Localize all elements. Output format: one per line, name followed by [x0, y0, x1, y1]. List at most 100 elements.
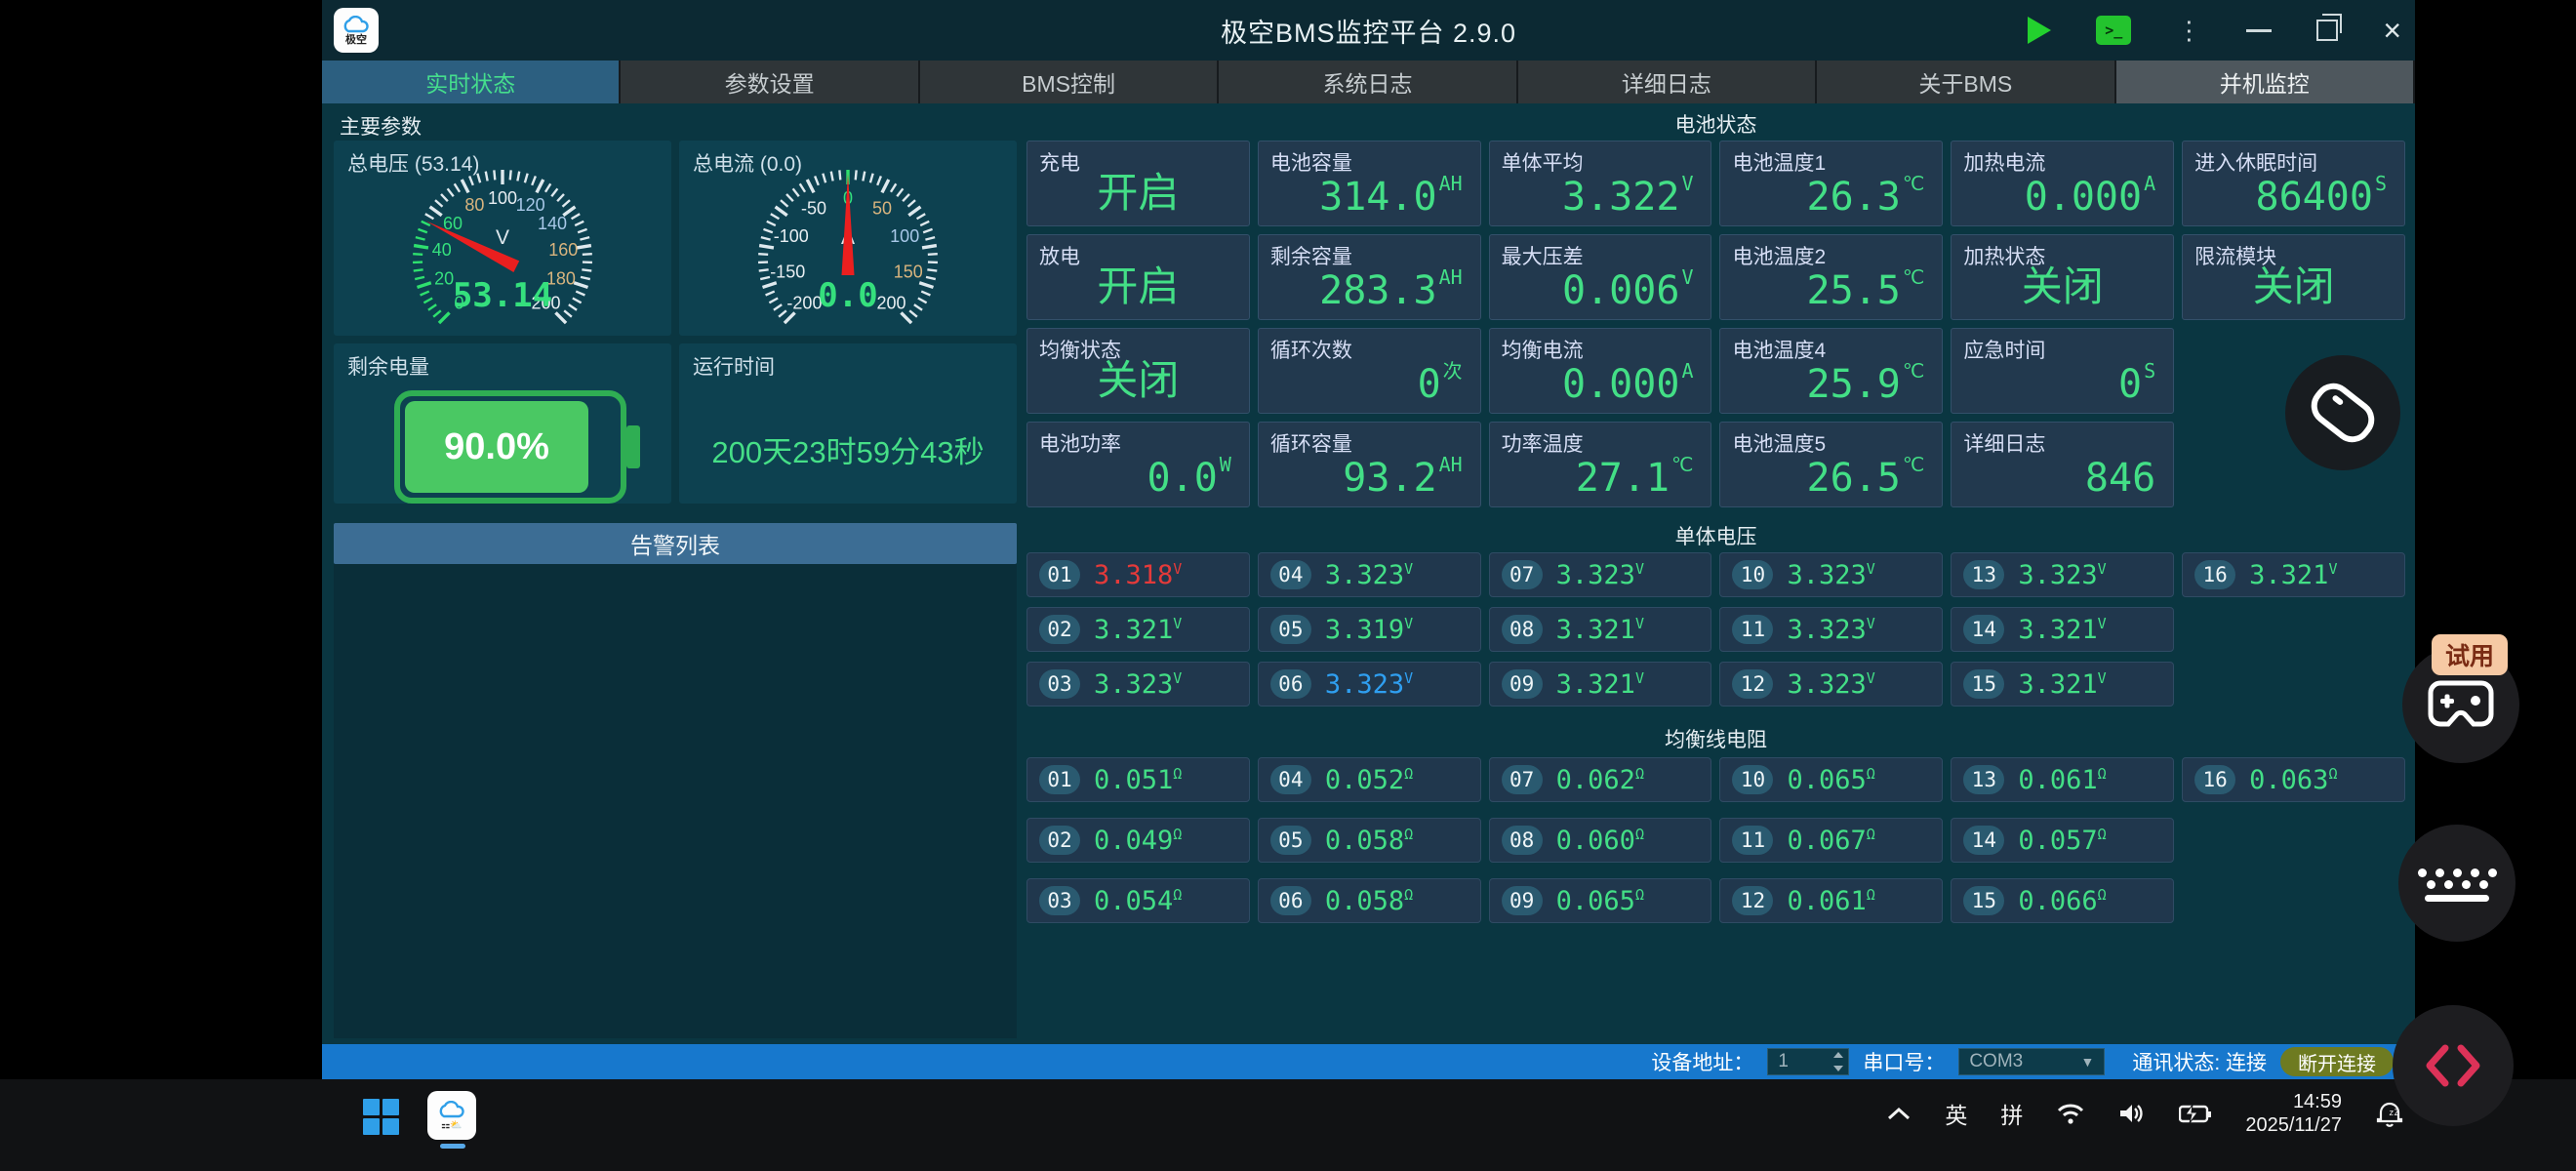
voltage-cell-07: 073.323V [1489, 552, 1712, 597]
status-card: 加热电流0.000A [1951, 141, 2174, 226]
resistance-cell-04: 040.052Ω [1258, 757, 1481, 802]
svg-text:-150: -150 [770, 262, 805, 281]
tab-realtime[interactable]: 实时状态 [322, 61, 621, 103]
cell-number-badge: 08 [1502, 615, 1543, 644]
voltage-value: 3.321V [2018, 669, 2106, 700]
code-fab[interactable] [2393, 1005, 2514, 1126]
svg-text:V: V [496, 226, 509, 249]
status-card-value: 关闭 [2183, 254, 2404, 313]
status-card: 电池容量314.0AH [1258, 141, 1481, 226]
device-addr-stepper[interactable] [1831, 1050, 1846, 1073]
keyboard-fab[interactable] [2398, 825, 2516, 942]
ime-pinyin-indicator[interactable]: 拼 [2000, 1097, 2023, 1130]
status-card-value: 27.1℃ [1576, 453, 1694, 501]
status-card: 充电开启 [1026, 141, 1250, 226]
status-card-value: 3.322V [1562, 172, 1693, 220]
status-card-value: 86400S [2256, 172, 2387, 220]
status-bar: 设备地址： 1 串口号： COM3 ▼ 通讯状态: 连接 断开连接 [322, 1044, 2415, 1079]
terminal-button[interactable]: >_ [2096, 16, 2131, 45]
resistance-cell-10: 100.065Ω [1719, 757, 1943, 802]
svg-text:20: 20 [434, 268, 454, 288]
svg-text:100: 100 [890, 226, 919, 246]
status-card-value: 开启 [1027, 160, 1249, 220]
windows-taskbar: ⚏⛅ 英 拼 14:59 2025/11/27 zZ [0, 1079, 2576, 1171]
voltage-cell-12: 123.323V [1719, 662, 1943, 707]
voltage-value: 3.323V [1325, 669, 1413, 700]
voltage-cell-01: 013.318V [1026, 552, 1250, 597]
status-card: 应急时间 0S [1951, 328, 2174, 414]
status-card: 放电开启 [1026, 234, 1250, 320]
cell-number-badge: 11 [1732, 615, 1773, 644]
resistance-value: 0.061Ω [1787, 886, 1874, 916]
voltage-cell-02: 023.321V [1026, 607, 1250, 652]
voltage-value: 3.323V [2018, 560, 2106, 590]
alarm-list[interactable] [334, 564, 1017, 1038]
battery-status-title: 电池状态 [1026, 109, 2405, 139]
voltage-cell-05: 053.319V [1258, 607, 1481, 652]
tray-expand-icon[interactable] [1886, 1106, 1912, 1121]
tab-about[interactable]: 关于BMS [1817, 61, 2115, 103]
chevron-down-icon: ▼ [2080, 1054, 2094, 1070]
close-button[interactable]: × [2383, 16, 2401, 45]
status-card: 详细日志846 [1951, 422, 2174, 507]
system-tray: 英 拼 14:59 2025/11/27 zZ [1886, 1079, 2404, 1148]
svg-text:140: 140 [538, 214, 567, 233]
battery-tray-icon[interactable] [2179, 1103, 2212, 1124]
disconnect-button[interactable]: 断开连接 [2280, 1047, 2394, 1076]
cell-number-badge: 02 [1039, 615, 1080, 644]
trial-badge: 试用 [2432, 634, 2508, 675]
tab-control[interactable]: BMS控制 [920, 61, 1219, 103]
resistance-cell-13: 13 0.061Ω [1951, 757, 2174, 802]
taskbar-app-icon[interactable]: ⚏⛅ [427, 1091, 476, 1140]
serial-port-select[interactable]: COM3 ▼ [1958, 1048, 2105, 1075]
start-button[interactable] [363, 1099, 400, 1136]
resistance-value: 0.049Ω [1094, 826, 1182, 856]
wifi-icon[interactable] [2056, 1102, 2085, 1125]
status-card-value: 0S [2118, 359, 2155, 407]
more-menu-button[interactable]: ⋮ [2176, 20, 2201, 40]
device-addr-input[interactable]: 1 [1767, 1048, 1849, 1075]
cell-number-badge: 01 [1039, 560, 1080, 589]
tray-date: 2025/11/27 [2245, 1113, 2342, 1137]
svg-text:0.0: 0.0 [818, 276, 877, 315]
cell-number-badge: 13 [1963, 765, 2004, 794]
svg-text:160: 160 [548, 240, 578, 260]
status-card-value: 25.5℃ [1807, 265, 1925, 313]
status-card: 电池温度425.9℃ [1719, 328, 1943, 414]
tray-time: 14:59 [2245, 1090, 2342, 1113]
clock[interactable]: 14:59 2025/11/27 [2245, 1090, 2342, 1137]
svg-text:150: 150 [894, 262, 923, 281]
cell-number-badge: 02 [1039, 826, 1080, 855]
restore-button[interactable] [2316, 20, 2338, 41]
tab-detaillog[interactable]: 详细日志 [1518, 61, 1817, 103]
resistance-cell-07: 070.062Ω [1489, 757, 1712, 802]
resistance-value: 0.063Ω [2249, 765, 2337, 795]
status-card: 限流模块关闭 [2182, 234, 2405, 320]
status-card-value: 0.000A [2025, 172, 2155, 220]
notification-bell-icon[interactable]: zZ [2375, 1100, 2404, 1127]
screen-record-fab[interactable] [2285, 355, 2400, 470]
volume-icon[interactable] [2118, 1102, 2146, 1125]
resistance-value: 0.061Ω [2018, 765, 2106, 795]
status-card-value: 93.2AH [1343, 453, 1462, 501]
status-card-label: 应急时间 [1963, 335, 2045, 364]
status-card-value: 0.000A [1562, 359, 1693, 407]
voltage-value: 3.323V [1787, 615, 1874, 645]
minimize-button[interactable] [2246, 29, 2272, 32]
cell-number-badge: 09 [1502, 669, 1543, 699]
cell-number-badge: 01 [1039, 765, 1080, 794]
status-card-label: 循环次数 [1270, 335, 1352, 364]
resistance-cell-01: 010.051Ω [1026, 757, 1250, 802]
voltage-cell-04: 043.323V [1258, 552, 1481, 597]
tab-params[interactable]: 参数设置 [621, 61, 919, 103]
status-card: 均衡状态关闭 [1026, 328, 1250, 414]
run-button[interactable] [2028, 17, 2051, 44]
resistance-cell-08: 080.060Ω [1489, 818, 1712, 863]
tab-syslog[interactable]: 系统日志 [1219, 61, 1517, 103]
cell-number-badge: 08 [1502, 826, 1543, 855]
comm-status-label: 通讯状态: 连接 [2132, 1047, 2267, 1076]
ime-en-indicator[interactable]: 英 [1945, 1097, 1967, 1130]
tab-parallel[interactable]: 并机监控 [2116, 61, 2415, 103]
voltage-cell-06: 063.323V [1258, 662, 1481, 707]
keyboard-icon [2418, 866, 2497, 902]
